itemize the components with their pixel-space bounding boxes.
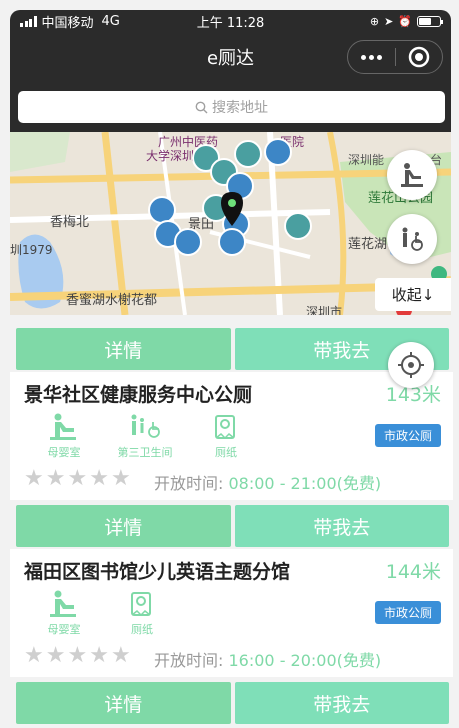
map-label: 大学深圳 [146,148,194,163]
place-type-badge: 市政公厕 [374,424,441,447]
facility-item: 母婴室 [36,412,92,460]
family-accessible-restroom-icon [402,227,423,251]
baby-changing-filter-button[interactable] [387,150,437,200]
navigate-button[interactable]: 带我去 [234,682,449,724]
hours-label: 开放时间: [154,474,224,493]
more-dots-icon[interactable] [348,54,395,60]
map-label: 香梅北 [50,215,89,230]
map-view[interactable]: 广州中医药 大学深圳 医院 深圳能 台 莲花山公园 香梅北 景田 莲花湖 圳19… [10,132,451,315]
toilet-paper-icon [131,592,151,617]
star-icon: ★ [24,643,44,668]
hours-label: 开放时间: [154,651,224,670]
nav-bar: e厕达 [10,32,451,82]
rating-stars: ★ ★ ★ ★ ★ [24,645,131,667]
star-icon: ★ [67,466,88,491]
locate-me-button[interactable] [388,342,434,388]
facility-list: 母婴室 厕纸 [36,589,170,637]
map-label: 莲花湖 [348,236,387,252]
star-icon: ★ [45,466,66,491]
toilet-marker[interactable] [284,212,312,240]
facility-label: 厕纸 [131,623,153,636]
star-icon: ★ [110,466,131,491]
rotation-lock-icon: ⊕ [369,14,380,28]
baby-changing-icon [50,413,76,440]
opening-hours: 开放时间: 08:00 - 21:00(免费) [154,470,381,494]
baby-changing-icon [401,163,423,187]
toilet-marker[interactable] [174,228,202,256]
detail-button[interactable]: 详情 [16,505,231,547]
star-icon: ★ [110,643,131,668]
status-bar: 中国移动 4G 上午 11:28 ⊕ ➤ ⏰ [10,10,451,32]
family-accessible-restroom-icon [131,414,160,438]
collapse-map-button[interactable]: 收起↓ [375,278,451,311]
place-distance: 144米 [385,561,441,583]
hours-value: 16:00 - 20:00(免费) [228,651,382,670]
action-row: 详情 带我去 [16,682,449,724]
toilet-marker[interactable] [148,196,176,224]
network-label: 4G [101,13,120,29]
map-label: 香蜜湖水榭花都 [66,292,157,308]
baby-changing-icon [50,590,76,617]
alarm-icon: ⏰ [398,14,412,28]
map-label: 深圳市 [306,304,342,315]
signal-icon [20,15,37,27]
hours-value: 08:00 - 21:00(免费) [228,474,382,493]
place-name: 景华社区健康服务中心公厕 [24,384,253,406]
place-card[interactable]: 福田区图书馆少儿英语主题分馆 144米 母婴室 厕纸 市政公厕 ★ ★ ★ ★ ★ 开放… [10,549,453,677]
place-name: 福田区图书馆少儿英语主题分馆 [24,561,291,583]
search-icon [195,101,208,113]
facility-label: 厕纸 [215,446,237,459]
facility-item: 厕纸 [114,589,170,637]
toilet-marker[interactable] [264,138,292,166]
map-label: 圳1979 [10,243,53,257]
battery-icon [417,15,443,27]
facility-item: 母婴室 [36,589,92,637]
map-label: 深圳能 [348,153,384,167]
facility-list: 母婴室 第三卫生间 厕纸 [36,412,254,460]
place-type-badge: 市政公厕 [374,601,441,624]
carrier-label: 中国移动 [41,15,94,31]
facility-label: 第三卫生间 [117,446,173,459]
location-arrow-icon: ➤ [384,14,394,28]
star-icon: ★ [89,643,109,668]
toilet-marker[interactable] [218,228,246,256]
toilet-marker[interactable] [234,140,262,168]
toilet-paper-icon [215,415,235,440]
facility-label: 母婴室 [47,623,81,636]
facility-item: 第三卫生间 [114,412,176,460]
facility-label: 母婴室 [47,446,81,459]
opening-hours: 开放时间: 16:00 - 20:00(免费) [154,647,381,671]
action-row: 详情 带我去 [16,505,449,547]
search-bar-wrapper: 搜索地址 [10,82,451,132]
action-row: 详情 带我去 [16,328,449,370]
star-icon: ★ [45,643,66,668]
locate-crosshair-icon [398,352,424,378]
navigate-button[interactable]: 带我去 [234,505,449,547]
star-icon: ★ [67,643,88,668]
search-input[interactable]: 搜索地址 [18,91,445,123]
search-placeholder: 搜索地址 [212,100,268,116]
star-icon: ★ [89,466,109,491]
star-icon: ★ [24,466,44,491]
rating-stars: ★ ★ ★ ★ ★ [24,468,131,490]
accessible-filter-button[interactable] [387,214,437,264]
detail-button[interactable]: 详情 [16,682,231,724]
facility-item: 厕纸 [198,412,254,460]
place-card[interactable]: 景华社区健康服务中心公厕 143米 母婴室 第三卫生间 厕纸 市政公厕 ★ ★ ★ ★… [10,372,453,500]
mini-program-capsule [347,40,443,74]
target-circle-icon[interactable] [396,46,443,68]
detail-button[interactable]: 详情 [16,328,231,370]
